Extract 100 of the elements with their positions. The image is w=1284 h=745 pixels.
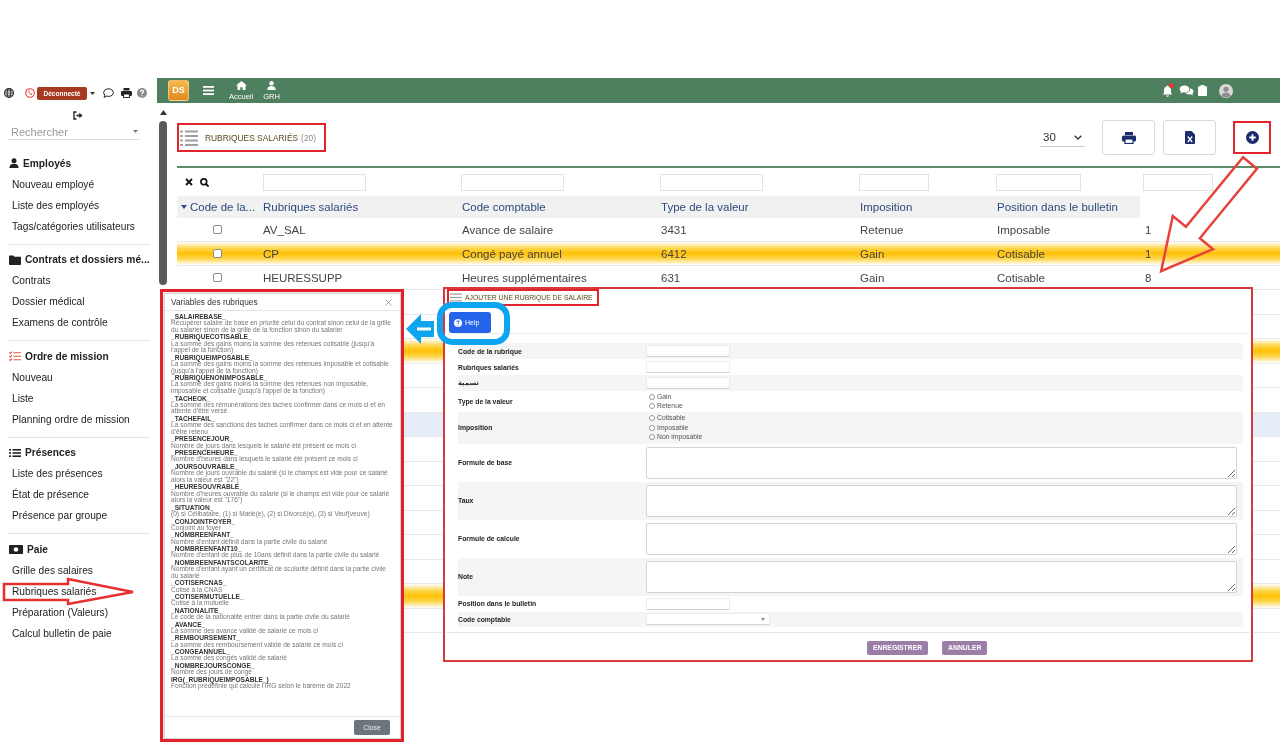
text-field[interactable] [646, 361, 730, 373]
bell-icon[interactable] [1162, 84, 1173, 97]
filter-field[interactable] [996, 173, 1081, 191]
radio-button[interactable] [649, 403, 655, 410]
help-icon[interactable] [137, 88, 147, 98]
table-cell-text: 1 [1144, 223, 1153, 236]
column-header[interactable]: Code comptable [457, 196, 656, 218]
row-checkbox[interactable] [213, 249, 222, 258]
section-title: Présences [25, 447, 76, 458]
print-button[interactable] [1102, 120, 1155, 155]
sidebar-link[interactable]: Planning ordre de mission [8, 408, 150, 430]
sidebar-link[interactable]: Préparation (Valeurs) [8, 601, 150, 623]
section-title: Employés [23, 157, 72, 169]
radio-button[interactable] [649, 415, 655, 422]
radio-button[interactable] [649, 424, 655, 431]
table-cell-text: Heures supplémentaires [461, 271, 588, 284]
select-field[interactable] [646, 613, 770, 625]
help-icon [454, 318, 462, 327]
row-checkbox[interactable] [213, 225, 222, 234]
column-header[interactable]: Code de la... [177, 196, 258, 218]
caret-icon[interactable] [90, 91, 95, 95]
section-title: Contrats et dossiers mé... [25, 254, 150, 265]
table-cell-text: 1 [1144, 247, 1153, 260]
clipboard-icon[interactable] [1198, 85, 1207, 96]
table-cell-text: Imposable [996, 223, 1052, 236]
sidebar-link[interactable]: Liste des présences [8, 463, 150, 484]
printer-icon [1121, 131, 1136, 144]
chevron-down-icon [1074, 134, 1082, 140]
table-cell-text: AV_SAL [262, 223, 307, 236]
search-icon[interactable] [200, 177, 209, 187]
sidebar-link[interactable]: Nouveau [8, 366, 150, 388]
filter-field[interactable] [859, 173, 929, 191]
user-icon [9, 158, 19, 168]
table-cell-text: 6412 [660, 247, 688, 260]
table-cell-text: Cotisable [996, 247, 1046, 260]
page-size-select[interactable]: 30 [1040, 128, 1085, 147]
sidebar-link[interactable]: Présence par groupe [8, 505, 150, 526]
checklist-icon [9, 351, 21, 361]
table-cell-text: Gain [859, 271, 886, 284]
sidebar-link[interactable]: Tags/catégories utilisateurs [8, 215, 150, 237]
phone-bubble-icon[interactable] [25, 88, 35, 98]
scroll-up-arrow-icon[interactable] [159, 110, 167, 115]
table-cell-text: Congé payé annuel [461, 247, 563, 260]
sidebar-link[interactable]: Rubriques salariés [8, 580, 150, 602]
print-icon[interactable] [121, 88, 132, 98]
sidebar-link[interactable]: Contrats [8, 270, 150, 291]
column-header[interactable]: Position dans le bulletin [992, 196, 1140, 218]
table-cell-text: Retenue [859, 223, 905, 236]
speech-bubble-icon[interactable] [103, 88, 114, 98]
filter-field[interactable] [263, 173, 366, 191]
sidebar-link[interactable]: Calcul bulletin de paie [8, 622, 150, 644]
sign-out-icon[interactable] [73, 110, 83, 120]
table-cell-text: 3431 [660, 223, 688, 236]
close-icon[interactable] [385, 298, 392, 306]
record-count: (20) [301, 132, 316, 143]
globe-icon[interactable] [4, 88, 14, 98]
folder-icon [9, 254, 21, 265]
export-button[interactable] [1163, 120, 1216, 155]
scrollbar-thumb[interactable] [159, 121, 167, 285]
table-cell-text: Avance de salaire [461, 223, 555, 236]
comments-icon[interactable] [1179, 85, 1194, 96]
table-cell-text: Cotisable [996, 271, 1046, 284]
sidebar-link[interactable]: Nouveau employé [8, 173, 150, 195]
avatar-icon[interactable] [1219, 83, 1233, 98]
table-cell-text: CP [262, 247, 280, 260]
clear-filter-icon[interactable] [185, 178, 193, 186]
person-icon [267, 80, 276, 90]
column-header[interactable]: Type de la valeur [656, 196, 855, 218]
caret-icon [761, 617, 765, 621]
row-checkbox[interactable] [213, 273, 222, 282]
menu-icon[interactable] [203, 86, 214, 95]
section-title: Ordre de mission [25, 350, 109, 362]
column-header[interactable]: Rubriques salariés [258, 196, 457, 218]
sidebar-link[interactable]: Liste [8, 387, 150, 409]
list-icon [180, 128, 198, 147]
text-field[interactable] [646, 377, 730, 389]
text-field[interactable] [646, 345, 730, 357]
sidebar-link[interactable]: Examens de contrôle [8, 312, 150, 333]
spreadsheet-file-icon [1184, 131, 1195, 144]
sidebar-link[interactable]: Dossier médical [8, 291, 150, 312]
column-header[interactable]: Imposition [855, 196, 992, 218]
list-icon [9, 447, 21, 458]
sidebar-link[interactable]: État de présence [8, 484, 150, 505]
text-field[interactable] [646, 597, 730, 610]
page-title: RUBRIQUES SALARIÉS [205, 132, 299, 143]
section-title: Paie [27, 543, 48, 555]
table-cell-text: 631 [660, 271, 682, 284]
radio-button[interactable] [649, 434, 655, 441]
sidebar-link[interactable]: Liste des employés [8, 194, 150, 216]
plus-circle-icon [1245, 131, 1259, 144]
search-field[interactable]: Rechercher [8, 124, 140, 140]
filter-field[interactable] [461, 173, 564, 191]
filter-field[interactable] [660, 173, 763, 191]
table-cell-text: Gain [859, 247, 886, 260]
sidebar-link[interactable]: Grille des salaires [8, 559, 150, 581]
filter-field[interactable] [1143, 173, 1213, 191]
dialog-title: Variables des rubriques [171, 297, 258, 307]
table-cell-text: 8 [1144, 271, 1153, 284]
radio-button[interactable] [649, 393, 655, 400]
home-icon [235, 80, 247, 90]
